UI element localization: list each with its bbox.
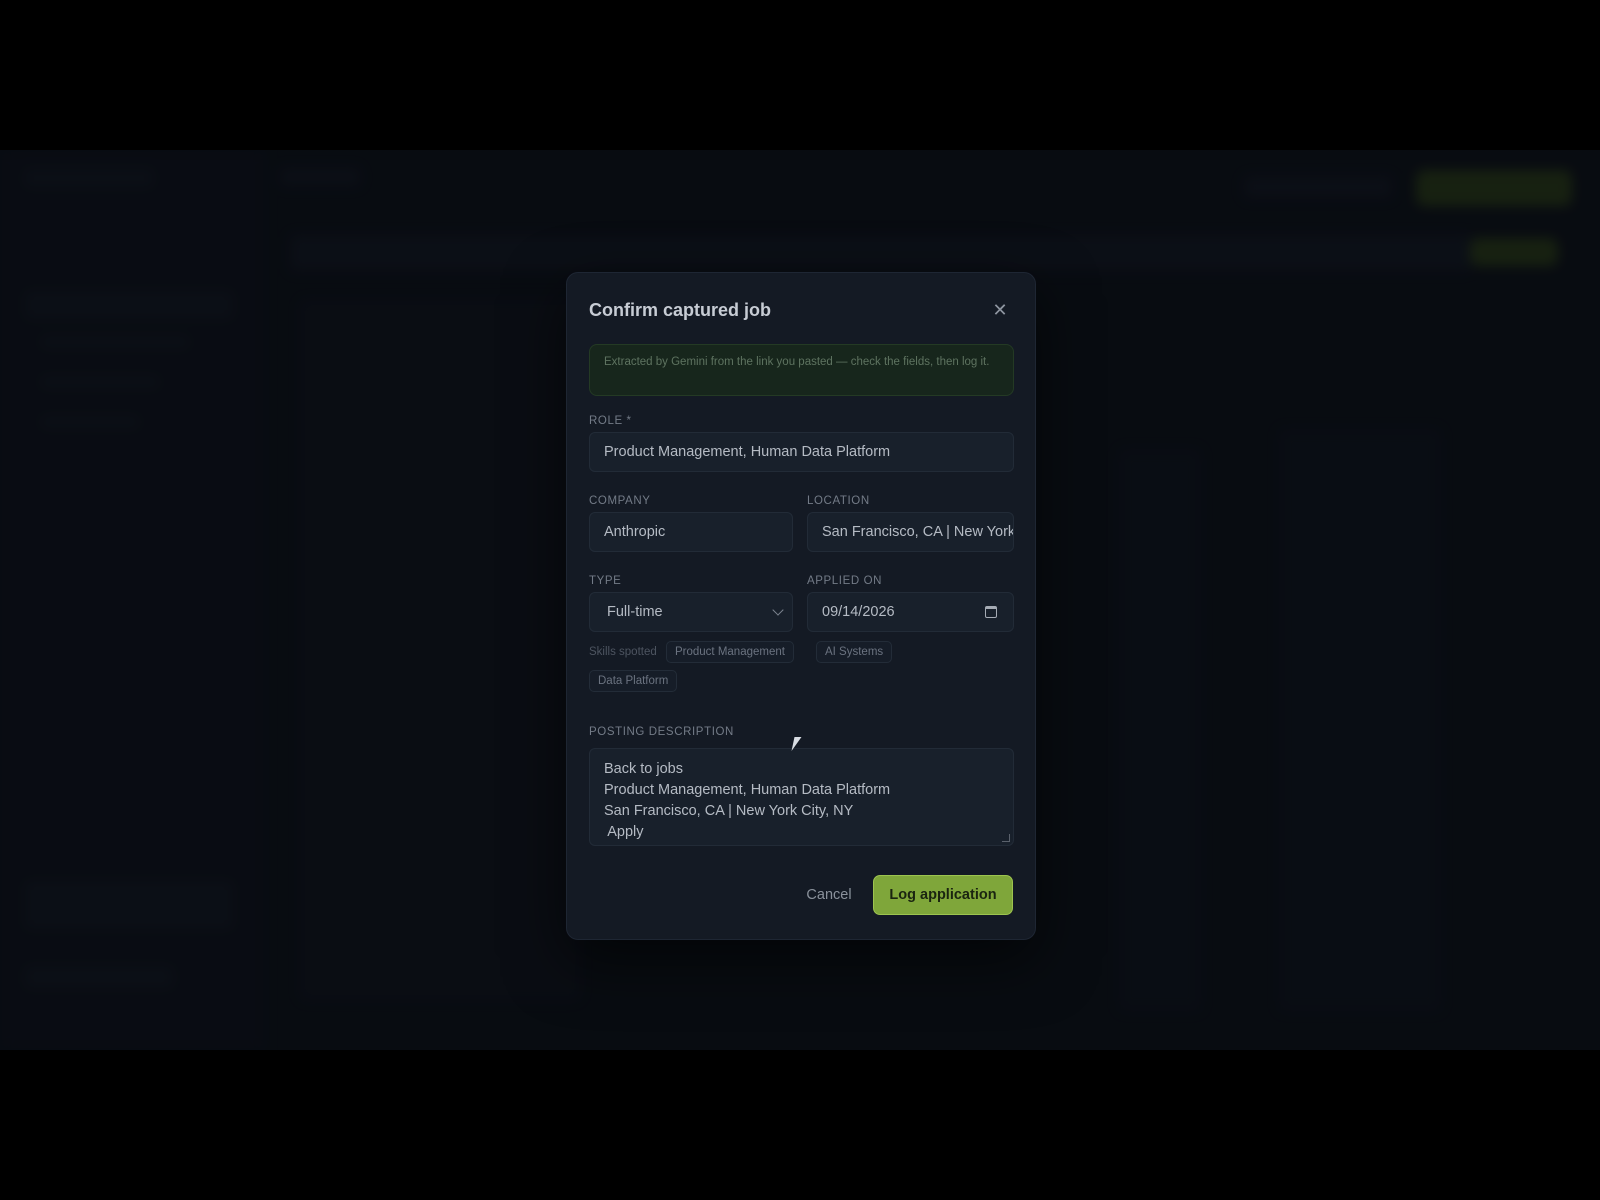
applied-on-label: Applied on — [807, 575, 883, 587]
skills-label: Skills spotted — [589, 646, 657, 658]
description-line: San Francisco, CA | New York City, NY — [604, 803, 854, 819]
applied-on-value: 09/14/2026 — [822, 604, 895, 620]
applied-on-date-input[interactable]: 09/14/2026 — [807, 592, 1014, 632]
role-input[interactable]: Product Management, Human Data Platform — [589, 432, 1014, 472]
skill-chip: AI Systems — [816, 641, 893, 663]
description-label: Posting description — [589, 726, 734, 738]
description-line: Product Management, Human Data Platform — [604, 782, 891, 798]
description-line: Apply — [604, 824, 644, 840]
dialog-title: Confirm captured job — [589, 300, 772, 320]
type-select[interactable]: Full-time — [589, 592, 793, 632]
skill-chip: Data Platform — [589, 670, 678, 692]
role-label: Role * — [589, 415, 632, 427]
description-textarea[interactable]: Back to jobs Product Management, Human D… — [589, 748, 1014, 846]
confirm-job-dialog: Confirm captured job ✕ Extracted by Gemi… — [566, 272, 1036, 940]
company-label: Company — [589, 495, 651, 507]
letterbox-top — [0, 0, 1600, 150]
type-select-value: Full-time — [607, 604, 663, 620]
location-label: Location — [807, 495, 870, 507]
calendar-icon[interactable] — [985, 606, 997, 618]
cancel-button[interactable]: Cancel — [799, 876, 859, 914]
chevron-down-icon — [772, 604, 784, 616]
close-icon[interactable]: ✕ — [991, 301, 1009, 319]
company-input[interactable]: Anthropic — [589, 512, 793, 552]
type-label: Type — [589, 575, 622, 587]
description-line: Back to jobs — [604, 761, 683, 777]
extraction-notice: Extracted by Gemini from the link you pa… — [589, 344, 1014, 396]
letterbox-bottom — [0, 1050, 1600, 1200]
log-application-button[interactable]: Log application — [873, 875, 1013, 915]
resize-handle[interactable] — [1002, 834, 1010, 842]
skill-chip: Product Management — [666, 641, 794, 663]
location-input[interactable]: San Francisco, CA | New York City, NY — [807, 512, 1014, 552]
